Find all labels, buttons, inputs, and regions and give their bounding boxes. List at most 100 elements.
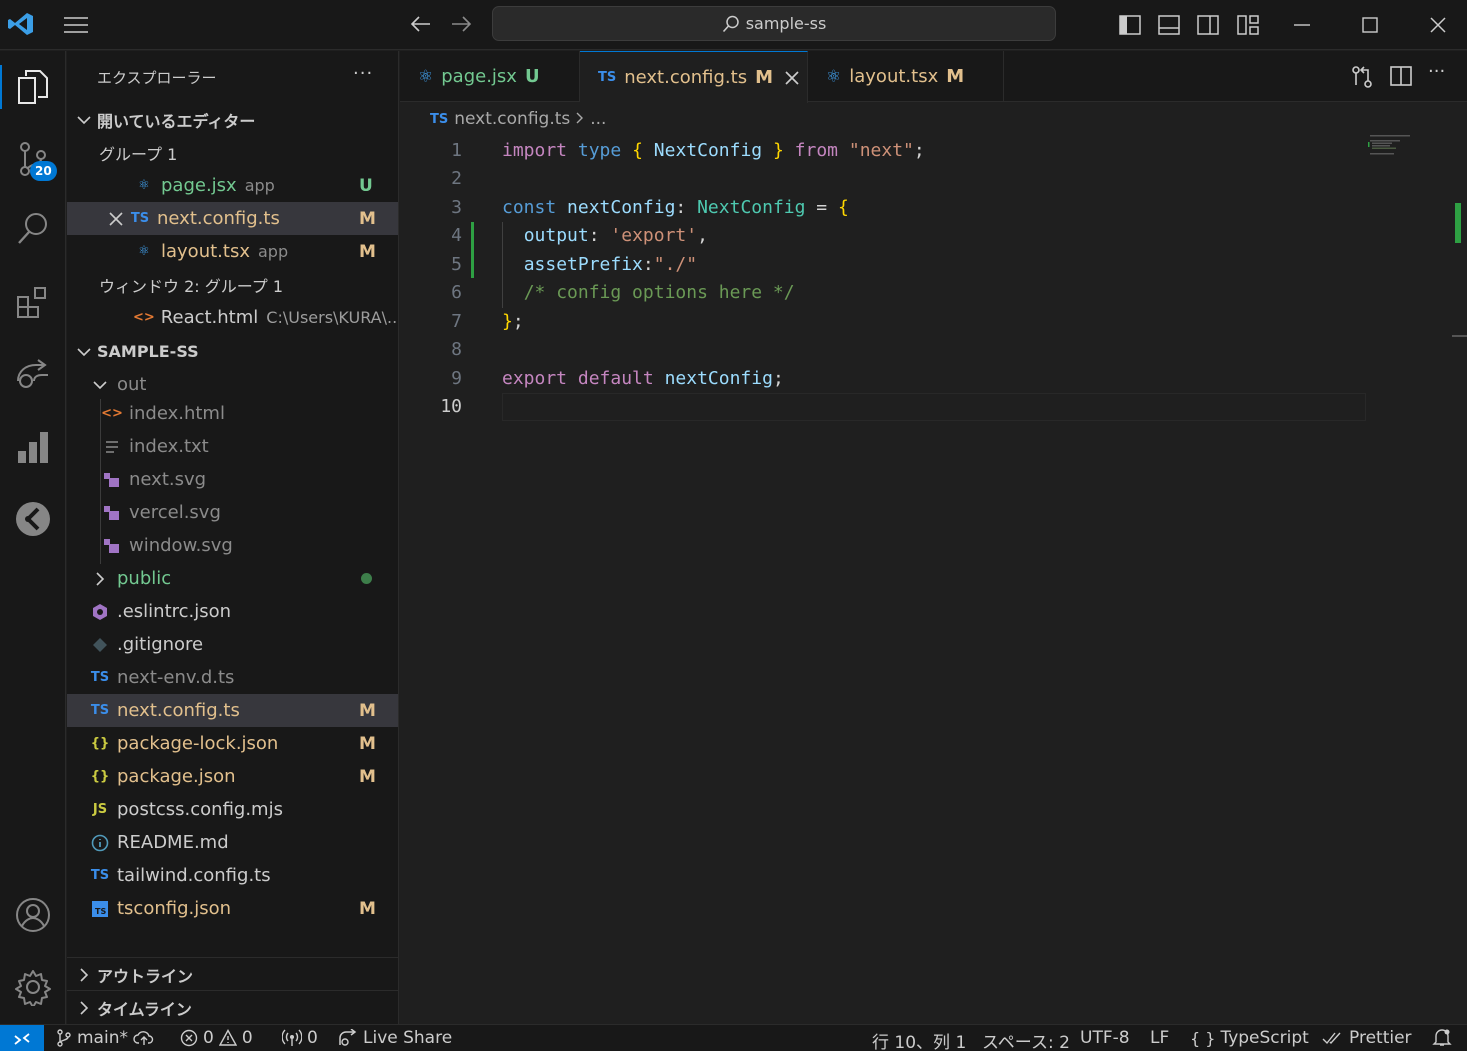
tab-layout-tsx[interactable]: ⚛ layout.tsx M bbox=[808, 51, 1004, 102]
git-graph-icon[interactable] bbox=[0, 489, 66, 549]
tab-page-jsx[interactable]: ⚛ page.jsx U bbox=[400, 51, 580, 102]
chart-bar-icon[interactable] bbox=[0, 417, 66, 477]
project-section[interactable]: SAMPLE-SS bbox=[67, 335, 398, 368]
code-editor[interactable]: TS next.config.ts ... 1 import type { Ne… bbox=[400, 103, 1467, 1024]
file-eslintrc[interactable]: .eslintrc.json bbox=[67, 595, 398, 628]
ports-status[interactable]: 0 bbox=[282, 1028, 318, 1048]
split-editor-icon[interactable] bbox=[1390, 65, 1412, 91]
file-tailwind-config[interactable]: TS tailwind.config.ts bbox=[67, 859, 398, 892]
line-number: 7 bbox=[451, 310, 462, 332]
breadcrumb-file[interactable]: next.config.ts bbox=[454, 109, 570, 129]
live-share-icon bbox=[339, 1029, 357, 1046]
close-window-icon[interactable] bbox=[1418, 10, 1458, 40]
back-arrow-icon[interactable] bbox=[406, 10, 436, 38]
toggle-primary-sidebar-icon[interactable] bbox=[1117, 12, 1143, 38]
remote-indicator-icon[interactable] bbox=[0, 1025, 44, 1051]
line-number: 6 bbox=[451, 282, 462, 304]
folder-name: out bbox=[117, 374, 147, 395]
scrollbar-change-marker bbox=[1455, 203, 1461, 243]
forward-arrow-icon[interactable] bbox=[446, 10, 476, 38]
language-status[interactable]: { } TypeScript bbox=[1190, 1028, 1309, 1048]
menu-hamburger-icon[interactable] bbox=[60, 12, 92, 38]
open-editor-item-page-jsx[interactable]: ⚛ page.jsx app U bbox=[67, 169, 398, 202]
folder-public[interactable]: public bbox=[67, 562, 398, 595]
svg-icon bbox=[101, 538, 123, 554]
file-readme[interactable]: README.md bbox=[67, 826, 398, 859]
cursor-position-status[interactable]: 行 10、列 1 bbox=[872, 1028, 966, 1051]
toggle-panel-icon[interactable] bbox=[1156, 12, 1182, 38]
file-package-lock[interactable]: {} package-lock.json M bbox=[67, 727, 398, 760]
file-package-json[interactable]: {} package.json M bbox=[67, 760, 398, 793]
line-number: 4 bbox=[451, 225, 462, 247]
open-editor-item-next-config[interactable]: TS next.config.ts M bbox=[67, 202, 398, 235]
toggle-secondary-sidebar-icon[interactable] bbox=[1195, 12, 1221, 38]
file-next-env[interactable]: TS next-env.d.ts bbox=[67, 661, 398, 694]
html-icon: <> bbox=[133, 310, 155, 325]
file-index-txt[interactable]: index.txt bbox=[67, 430, 398, 463]
file-name: tailwind.config.ts bbox=[117, 865, 271, 886]
close-icon[interactable] bbox=[105, 211, 127, 226]
more-actions-icon[interactable]: ··· bbox=[1428, 61, 1445, 82]
prettier-status[interactable]: Prettier bbox=[1322, 1028, 1412, 1048]
search-icon[interactable] bbox=[0, 199, 66, 259]
file-name: layout.tsx bbox=[161, 241, 250, 262]
svg-text:TS: TS bbox=[95, 907, 106, 916]
breadcrumb-symbol[interactable]: ... bbox=[590, 109, 606, 129]
encoding: UTF-8 bbox=[1080, 1028, 1130, 1048]
file-next-svg[interactable]: next.svg bbox=[67, 463, 398, 496]
file-vercel-svg[interactable]: vercel.svg bbox=[67, 496, 398, 529]
file-postcss-config[interactable]: JS postcss.config.mjs bbox=[67, 793, 398, 826]
status-bar: main* 0 0 0 Live Share 行 10、列 1 スペース: 2 … bbox=[0, 1024, 1467, 1051]
sidebar-more-icon[interactable]: ··· bbox=[353, 63, 373, 84]
file-index-html[interactable]: <> index.html bbox=[67, 397, 398, 430]
file-name: postcss.config.mjs bbox=[117, 799, 283, 820]
account-icon[interactable] bbox=[0, 885, 66, 945]
tab-next-config[interactable]: TS next.config.ts M bbox=[580, 51, 808, 103]
close-tab-icon[interactable] bbox=[785, 70, 799, 85]
eol-status[interactable]: LF bbox=[1150, 1028, 1169, 1048]
file-window-svg[interactable]: window.svg bbox=[67, 529, 398, 562]
command-center-search[interactable]: sample-ss bbox=[492, 6, 1056, 41]
open-editor-item-react-html[interactable]: <> React.html C:\Users\KURA\... bbox=[67, 301, 398, 334]
remote-explorer-icon[interactable] bbox=[0, 345, 66, 405]
code-line: 6 /* config options here */ bbox=[400, 279, 1370, 308]
open-changes-icon[interactable] bbox=[1350, 65, 1374, 93]
settings-gear-icon[interactable] bbox=[0, 957, 66, 1017]
live-share-button[interactable]: Live Share bbox=[338, 1028, 452, 1048]
customize-layout-icon[interactable] bbox=[1235, 12, 1261, 38]
indentation-status[interactable]: スペース: 2 bbox=[982, 1028, 1070, 1051]
code-line: 1 import type { NextConfig } from "next"… bbox=[400, 136, 1370, 165]
timeline-section[interactable]: タイムライン bbox=[67, 991, 398, 1024]
code-line: 7 }; bbox=[400, 307, 1370, 336]
eslint-icon bbox=[89, 603, 111, 621]
chevron-right-icon bbox=[75, 967, 93, 982]
svg-icon bbox=[101, 472, 123, 488]
json-icon: {} bbox=[90, 769, 110, 784]
extensions-icon[interactable] bbox=[0, 273, 66, 333]
code-line: 5 assetPrefix:"./" bbox=[400, 250, 1370, 279]
file-next-config[interactable]: TS next.config.ts M bbox=[67, 694, 398, 727]
open-editor-item-layout-tsx[interactable]: ⚛ layout.tsx app M bbox=[67, 235, 398, 268]
maximize-icon[interactable] bbox=[1350, 10, 1390, 40]
minimap[interactable] bbox=[1368, 133, 1420, 163]
line-number: 1 bbox=[451, 139, 462, 161]
warning-count: 0 bbox=[241, 1028, 253, 1048]
outline-section[interactable]: アウトライン bbox=[67, 958, 398, 991]
indentation: スペース: 2 bbox=[982, 1033, 1070, 1051]
file-tsconfig[interactable]: TS tsconfig.json M bbox=[67, 892, 398, 925]
open-editors-section[interactable]: 開いているエディター bbox=[67, 103, 398, 136]
file-gitignore[interactable]: .gitignore bbox=[67, 628, 398, 661]
notifications-bell-icon[interactable] bbox=[1432, 1028, 1452, 1046]
typescript-icon: TS bbox=[430, 111, 449, 127]
group-2-text: ウィンドウ 2: グループ 1 bbox=[99, 276, 284, 296]
file-name: package-lock.json bbox=[117, 733, 279, 754]
minimize-icon[interactable] bbox=[1282, 10, 1322, 40]
explorer-icon[interactable] bbox=[0, 57, 66, 117]
source-control-icon[interactable] bbox=[0, 129, 66, 189]
file-name: next.config.ts bbox=[157, 208, 280, 229]
problems-status[interactable]: 0 0 bbox=[180, 1028, 253, 1048]
encoding-status[interactable]: UTF-8 bbox=[1080, 1028, 1130, 1048]
tsconfig-icon: TS bbox=[89, 900, 111, 917]
line-number: 8 bbox=[451, 339, 462, 361]
branch-status[interactable]: main* bbox=[56, 1028, 155, 1048]
